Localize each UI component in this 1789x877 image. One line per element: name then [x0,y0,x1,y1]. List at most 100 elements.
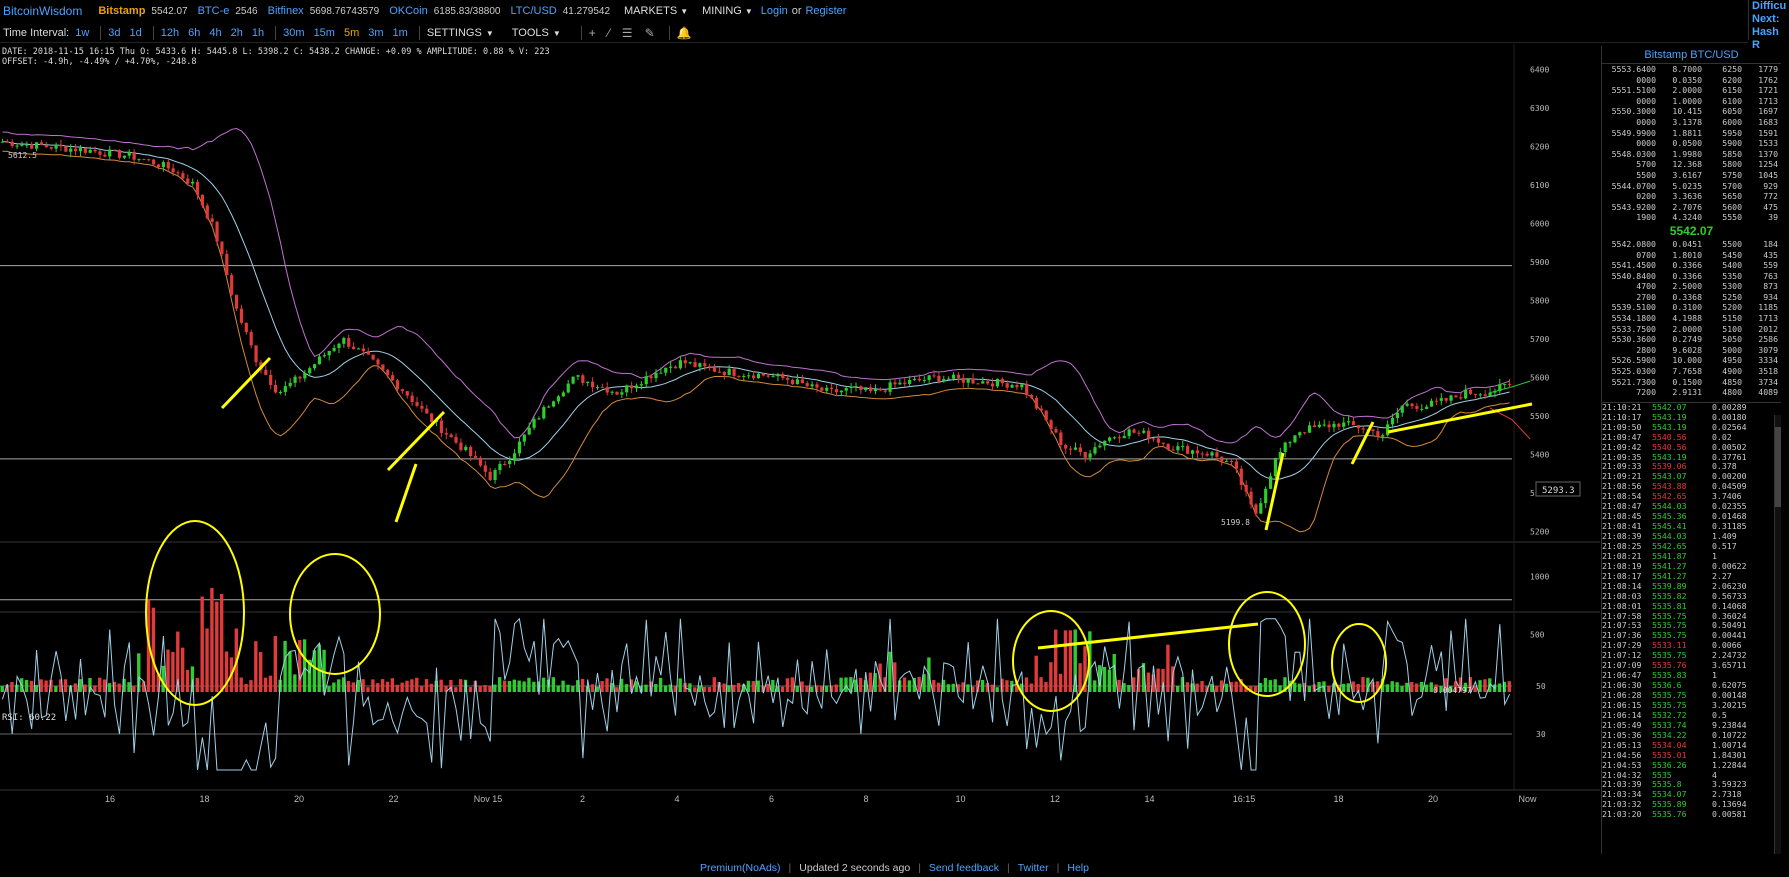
interval-1h[interactable]: 1h [252,27,264,39]
bid-cell: 0.1500 [1672,376,1702,387]
candle-body [947,378,951,380]
candle-body [932,375,936,377]
current-price: 5542.07 [1669,223,1714,238]
bid-cell: 934 [1763,291,1778,302]
bell-icon[interactable]: 🔔 [677,26,692,40]
tools-menu[interactable]: TOOLS ▼ [512,27,561,39]
feedback-link[interactable]: Send feedback [929,862,999,874]
candle-body [469,446,473,457]
candle-body [1347,421,1351,423]
ask-cell: 6050 [1722,106,1742,117]
interval-3d[interactable]: 3d [108,27,120,39]
volume-bar [571,686,575,692]
exchange-bitstamp[interactable]: Bitstamp 5542.07 [88,5,187,17]
candle-body [473,456,478,458]
draw-icon[interactable]: ✎ [645,26,655,40]
trades-scrollbar[interactable] [1774,415,1781,854]
volume-bar [1224,683,1229,692]
next-label: Next: [1752,13,1780,25]
volume-bar [1410,681,1414,692]
candle-body [425,408,429,414]
ask-cell: 1370 [1758,148,1778,159]
interval-12h[interactable]: 12h [161,27,179,39]
candle-body [771,376,775,378]
volume-bar [1200,681,1204,692]
ask-cell: 1697 [1758,106,1778,117]
exchange-bitfinex[interactable]: Bitfinex 5698.76743579 [258,5,380,17]
brand-logo[interactable]: BitcoinWisdom [0,4,88,18]
login-link[interactable]: Login [761,5,788,17]
exchange-ltcusd[interactable]: LTC/USD 41.279542 [500,5,610,17]
volume-bar [702,686,707,692]
volume-bar [93,685,97,692]
volume-bar [580,678,585,692]
bid-cell: 3518 [1758,366,1778,377]
hlines-icon[interactable]: ☰ [622,26,633,40]
bid-row: 5530.3600 0.2749 5050 2586 [1602,334,1781,345]
interval-1w[interactable]: 1w [75,27,89,39]
markets-menu[interactable]: MARKETS ▼ [624,5,688,17]
bid-cell: 2700 [1636,291,1656,302]
candle-body [625,385,629,393]
cursor-price: 5293.3 [1542,486,1575,496]
volume-bar [605,678,609,692]
premium-link[interactable]: Premium(NoAds) [700,862,781,874]
ask-cell: 5.0235 [1672,180,1702,191]
volume-bar [995,687,999,692]
volume-bar [200,596,204,692]
candle-body [654,372,658,379]
help-link[interactable]: Help [1067,862,1089,874]
interval-3m[interactable]: 3m [368,27,383,39]
interval-2h[interactable]: 2h [231,27,243,39]
candle-body [956,374,961,378]
forecast-down-line [1489,407,1531,440]
volume-bar [1346,683,1351,692]
bid-cell: 5200 [1722,302,1742,313]
crosshair-icon[interactable]: + [589,26,596,40]
settings-menu[interactable]: SETTINGS ▼ [427,27,494,39]
volume-bar [259,652,263,692]
interval-1m[interactable]: 1m [393,27,408,39]
trades-list: 21:10:21 5542.07 0.00289 21:10:17 5543.19 0.0… [1602,401,1781,820]
volume-tick-label: 1000 [1530,573,1549,582]
ask-cell: 475 [1763,201,1778,212]
candle-body [1073,447,1078,450]
bid-cell: 3079 [1758,344,1778,355]
volume-bar [707,687,712,692]
candle-body [673,366,678,369]
candle-body [517,441,522,454]
candle-body [1151,438,1156,440]
interval-4h[interactable]: 4h [209,27,221,39]
candle-body [1434,400,1438,402]
mining-menu[interactable]: MINING ▼ [702,5,753,17]
exchange-okcoin[interactable]: OKCoin 6185.83/38800 [379,5,500,17]
candle-body [586,381,590,383]
price-chart[interactable]: 5200530054005500560057005800590060006100… [0,44,1600,854]
volume-bar [1146,672,1151,692]
interval-1d[interactable]: 1d [130,27,142,39]
candle-body [1303,432,1307,434]
ask-row: 5500 3.6167 5750 1045 [1602,170,1781,181]
volume-bar [532,681,536,692]
interval-15m[interactable]: 15m [314,27,335,39]
candle-body [347,338,351,347]
trendline-icon[interactable]: ⁄ [608,26,610,40]
volume-bar [185,669,190,692]
time-tick-label: 20 [294,794,304,804]
trend-line [220,356,272,410]
candle-body [1010,385,1014,388]
orderbook-title: Bitstamp BTC/USD [1602,46,1781,64]
twitter-link[interactable]: Twitter [1018,862,1049,874]
volume-bar [1044,681,1048,692]
exchange-btce[interactable]: BTC-e 2546 [188,5,258,17]
candle-body [303,373,307,379]
scroll-thumb[interactable] [1775,427,1781,507]
register-link[interactable]: Register [805,5,846,17]
interval-5m[interactable]: 5m [344,27,359,39]
ask-cell: 1762 [1758,74,1778,85]
interval-6h[interactable]: 6h [188,27,200,39]
interval-30m[interactable]: 30m [283,27,304,39]
candle-body [917,378,921,381]
candle-body [273,384,278,393]
volume-bar [907,680,912,692]
